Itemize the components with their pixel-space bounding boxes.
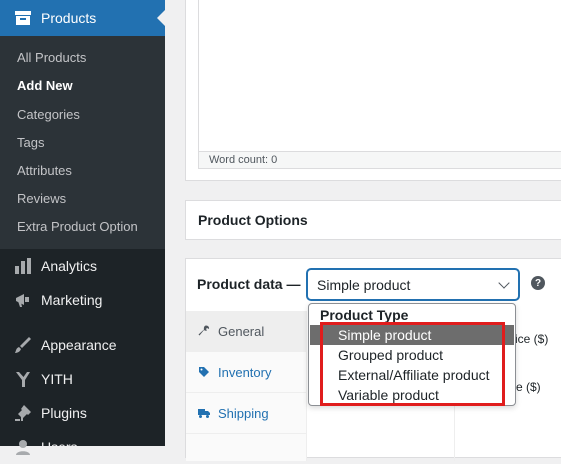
sidebar-item-yith[interactable]: YITH [0, 362, 165, 396]
truck-icon [198, 407, 210, 419]
megaphone-icon [14, 291, 32, 309]
tab-inventory[interactable]: Inventory [186, 352, 307, 393]
sidebar-item-label: Appearance [41, 337, 117, 353]
word-count: Word count: 0 [198, 151, 561, 169]
panel-title: Product Options [198, 212, 308, 228]
sidebar-item-products[interactable]: Products [0, 0, 165, 36]
admin-sidebar: Products All Products Add New Categories… [0, 0, 165, 455]
tab-label: Shipping [218, 405, 269, 421]
optgroup-label: Product Type [320, 307, 409, 323]
product-data-tabs: General Inventory Shipping [186, 311, 307, 461]
sidebar-item-appearance[interactable]: Appearance [0, 328, 165, 362]
sidebar-item-marketing[interactable]: Marketing [0, 283, 165, 317]
sidebar-item-label: Analytics [41, 258, 98, 274]
editor-textarea[interactable] [198, 0, 561, 152]
product-type-select[interactable]: Simple product [307, 269, 519, 300]
paintbrush-icon [14, 336, 32, 354]
sidebar-item-plugins[interactable]: Plugins [0, 396, 165, 430]
submenu-item-add-new[interactable]: Add New [17, 78, 73, 93]
sidebar-item-label: Users [41, 439, 78, 455]
tab-general[interactable]: General [186, 311, 307, 352]
wrench-icon [198, 325, 210, 337]
tab-label: Inventory [218, 364, 272, 380]
sidebar-item-users[interactable]: Users [0, 430, 165, 464]
yith-logo-icon [14, 370, 32, 388]
sale-price-label: e ($) [516, 380, 541, 394]
submenu-item-reviews[interactable]: Reviews [17, 191, 66, 206]
tab-shipping[interactable]: Shipping [186, 393, 307, 434]
submenu-item-categories[interactable]: Categories [17, 107, 80, 122]
submenu-item-extra-product-option[interactable]: Extra Product Option [17, 219, 138, 234]
bar-chart-icon [14, 257, 32, 275]
sidebar-item-label: Products [41, 10, 97, 26]
red-highlight-annotation [320, 322, 505, 406]
sidebar-item-label: Marketing [41, 292, 103, 308]
archive-icon [14, 10, 32, 26]
submenu-item-tags[interactable]: Tags [17, 135, 44, 150]
sidebar-item-analytics[interactable]: Analytics [0, 249, 165, 283]
sidebar-item-label: Plugins [41, 405, 87, 421]
product-options-panel[interactable]: Product Options [185, 200, 561, 240]
tab-label: General [218, 323, 265, 339]
chevron-down-icon [498, 277, 510, 289]
current-menu-pointer [157, 10, 165, 26]
sidebar-item-label: YITH [41, 371, 73, 387]
regular-price-label: rice ($) [511, 332, 549, 346]
plugin-icon [14, 404, 32, 422]
submenu-item-all-products[interactable]: All Products [17, 50, 86, 65]
submenu-item-attributes[interactable]: Attributes [17, 163, 72, 178]
select-value: Simple product [317, 277, 411, 293]
users-icon [14, 438, 32, 456]
products-submenu: All Products Add New Categories Tags Att… [0, 36, 165, 249]
tag-icon [198, 366, 210, 378]
product-data-label: Product data — [197, 276, 301, 292]
help-icon[interactable]: ? [531, 276, 545, 290]
product-description-editor: Word count: 0 [185, 0, 561, 181]
